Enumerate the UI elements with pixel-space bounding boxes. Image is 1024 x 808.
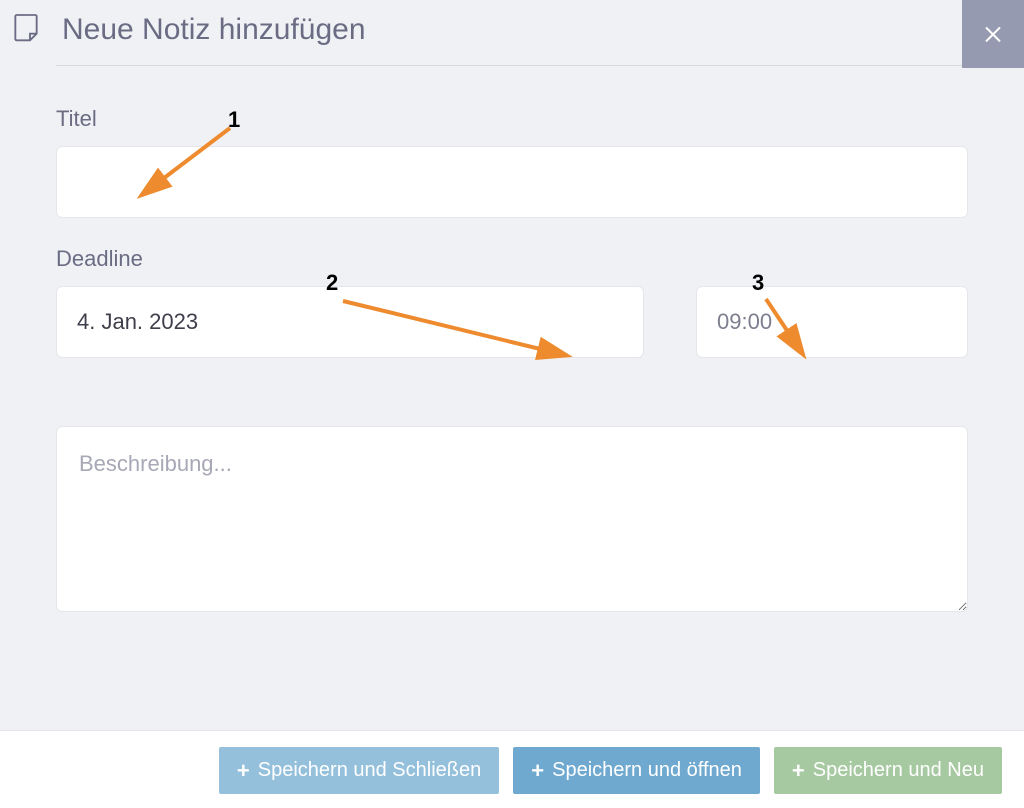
deadline-row: 4. Jan. 2023 09:00	[56, 286, 968, 358]
plus-icon: +	[237, 760, 250, 782]
save-new-label: Speichern und Neu	[813, 759, 984, 782]
save-and-new-button[interactable]: + Speichern und Neu	[774, 747, 1002, 794]
modal-footer: + Speichern und Schließen + Speichern un…	[0, 730, 1024, 808]
annotation-number-1: 1	[228, 107, 240, 133]
note-icon	[10, 10, 42, 49]
deadline-date-input[interactable]: 4. Jan. 2023	[56, 286, 644, 358]
deadline-field-group: Deadline 4. Jan. 2023 09:00	[56, 246, 968, 358]
title-input[interactable]	[56, 146, 968, 218]
deadline-time-value: 09:00	[717, 309, 772, 335]
deadline-date-value: 4. Jan. 2023	[77, 309, 198, 335]
save-and-close-button[interactable]: + Speichern und Schließen	[219, 747, 499, 794]
title-field-group: Titel	[56, 106, 968, 218]
add-note-modal: Neue Notiz hinzufügen Titel Deadline 4. …	[0, 0, 1024, 617]
close-button[interactable]	[962, 0, 1024, 68]
close-icon	[981, 21, 1005, 48]
deadline-time-input[interactable]: 09:00	[696, 286, 968, 358]
title-label: Titel	[56, 106, 968, 132]
deadline-label: Deadline	[56, 246, 968, 272]
annotation-number-3: 3	[752, 270, 764, 296]
annotation-number-2: 2	[326, 270, 338, 296]
save-and-open-button[interactable]: + Speichern und öffnen	[513, 747, 760, 794]
plus-icon: +	[531, 760, 544, 782]
form-body: Titel Deadline 4. Jan. 2023 09:00	[0, 66, 1024, 617]
modal-title: Neue Notiz hinzufügen	[62, 13, 366, 47]
plus-icon: +	[792, 760, 805, 782]
description-textarea[interactable]	[56, 426, 968, 612]
modal-header: Neue Notiz hinzufügen	[0, 0, 1024, 65]
save-close-label: Speichern und Schließen	[258, 759, 481, 782]
save-open-label: Speichern und öffnen	[552, 759, 742, 782]
